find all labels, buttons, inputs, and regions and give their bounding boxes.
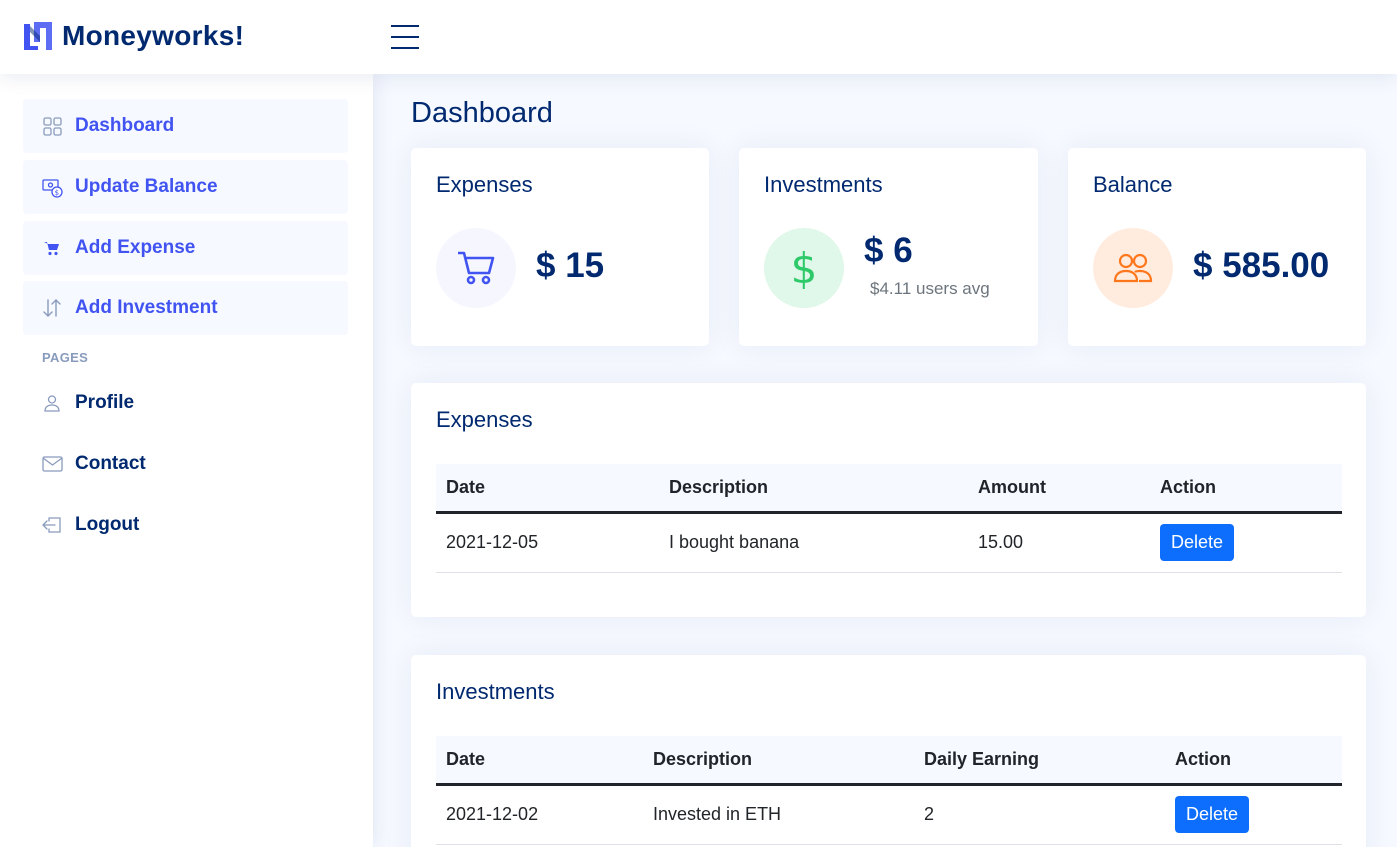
column-header-amount: Amount xyxy=(968,464,1150,514)
card-title: Investments xyxy=(764,172,883,197)
cart-icon xyxy=(41,237,63,259)
cash-coin-icon: $ xyxy=(41,176,63,198)
cart-icon xyxy=(436,228,516,308)
investments-card: Investments Date Description Daily Earni… xyxy=(411,655,1366,847)
table-row: 2021-12-02 Invested in ETH 2 Delete xyxy=(436,784,1342,845)
cell-action: Delete xyxy=(1165,784,1342,845)
table-header-row: Date Description Daily Earning Action xyxy=(436,736,1342,786)
expenses-summary-card: Expenses $ 15 xyxy=(411,148,709,346)
people-icon xyxy=(1093,228,1173,308)
page-title: Dashboard xyxy=(411,97,553,129)
investments-value: $ 6 xyxy=(864,231,913,270)
sidebar-item-label: Update Balance xyxy=(75,176,218,197)
column-header-action: Action xyxy=(1150,464,1342,514)
header: Moneyworks! xyxy=(0,0,1397,74)
card-title: Balance xyxy=(1093,172,1173,197)
expenses-value: $ 15 xyxy=(536,246,605,285)
logo-icon xyxy=(24,22,52,50)
grid-icon xyxy=(41,115,63,137)
sidebar-item-label: Profile xyxy=(75,392,135,413)
cell-amount: 15.00 xyxy=(968,512,1150,573)
sidebar-item-add-expense[interactable]: Add Expense xyxy=(23,221,348,275)
cell-description: Invested in ETH xyxy=(643,784,914,845)
logo[interactable]: Moneyworks! xyxy=(22,18,244,54)
sidebar-item-dashboard[interactable]: Dashboard xyxy=(23,99,348,153)
sidebar-item-label: Contact xyxy=(75,453,146,474)
cell-date: 2021-12-05 xyxy=(436,512,659,573)
sidebar: Dashboard $ Update Balance Add Expense A… xyxy=(0,74,373,847)
sidebar-item-contact[interactable]: Contact xyxy=(23,442,348,486)
table-header-row: Date Description Amount Action xyxy=(436,464,1342,514)
investments-table: Date Description Daily Earning Action 20… xyxy=(436,736,1342,845)
delete-expense-button[interactable]: Delete xyxy=(1160,524,1235,561)
sidebar-item-update-balance[interactable]: $ Update Balance xyxy=(23,160,348,214)
cell-description: I bought banana xyxy=(659,512,968,573)
delete-investment-button[interactable]: Delete xyxy=(1175,796,1250,833)
currency-dollar-icon: $ xyxy=(764,228,844,308)
card-title: Expenses xyxy=(436,407,533,432)
pages-heading: PAGES xyxy=(42,350,89,365)
sidebar-item-label: Add Investment xyxy=(75,297,218,318)
expenses-card: Expenses Date Description Amount Action … xyxy=(411,383,1366,617)
person-icon xyxy=(41,392,63,414)
column-header-date: Date xyxy=(436,464,659,514)
brand-name: Moneyworks! xyxy=(62,20,245,51)
sidebar-item-label: Dashboard xyxy=(75,115,175,136)
toggle-sidebar-button[interactable] xyxy=(389,22,421,52)
arrow-down-up-icon xyxy=(41,297,63,319)
sidebar-item-logout[interactable]: Logout xyxy=(23,503,348,547)
column-header-date: Date xyxy=(436,736,643,786)
card-title: Investments xyxy=(436,679,555,704)
column-header-action: Action xyxy=(1165,736,1342,786)
envelope-icon xyxy=(41,453,63,475)
balance-value: $ 585.00 xyxy=(1193,246,1330,285)
column-header-daily-earning: Daily Earning xyxy=(914,736,1165,786)
sidebar-item-label: Logout xyxy=(75,514,140,535)
card-title: Expenses xyxy=(436,172,533,197)
box-arrow-in-left-icon xyxy=(41,514,63,536)
cell-date: 2021-12-02 xyxy=(436,784,643,845)
column-header-description: Description xyxy=(643,736,914,786)
cell-daily-earning: 2 xyxy=(914,784,1165,845)
investments-summary-card: Investments $ $ 6 $4.11 users avg xyxy=(739,148,1038,346)
sidebar-item-add-investment[interactable]: Add Investment xyxy=(23,281,348,335)
cell-action: Delete xyxy=(1150,512,1342,573)
svg-text:$: $ xyxy=(54,189,58,197)
sidebar-item-label: Add Expense xyxy=(75,237,196,258)
sidebar-item-profile[interactable]: Profile xyxy=(23,381,348,425)
column-header-description: Description xyxy=(659,464,968,514)
table-row: 2021-12-05 I bought banana 15.00 Delete xyxy=(436,512,1342,573)
investments-users-avg: $4.11 users avg xyxy=(870,279,990,298)
expenses-table: Date Description Amount Action 2021-12-0… xyxy=(436,464,1342,573)
balance-summary-card: Balance $ 585.00 xyxy=(1068,148,1366,346)
